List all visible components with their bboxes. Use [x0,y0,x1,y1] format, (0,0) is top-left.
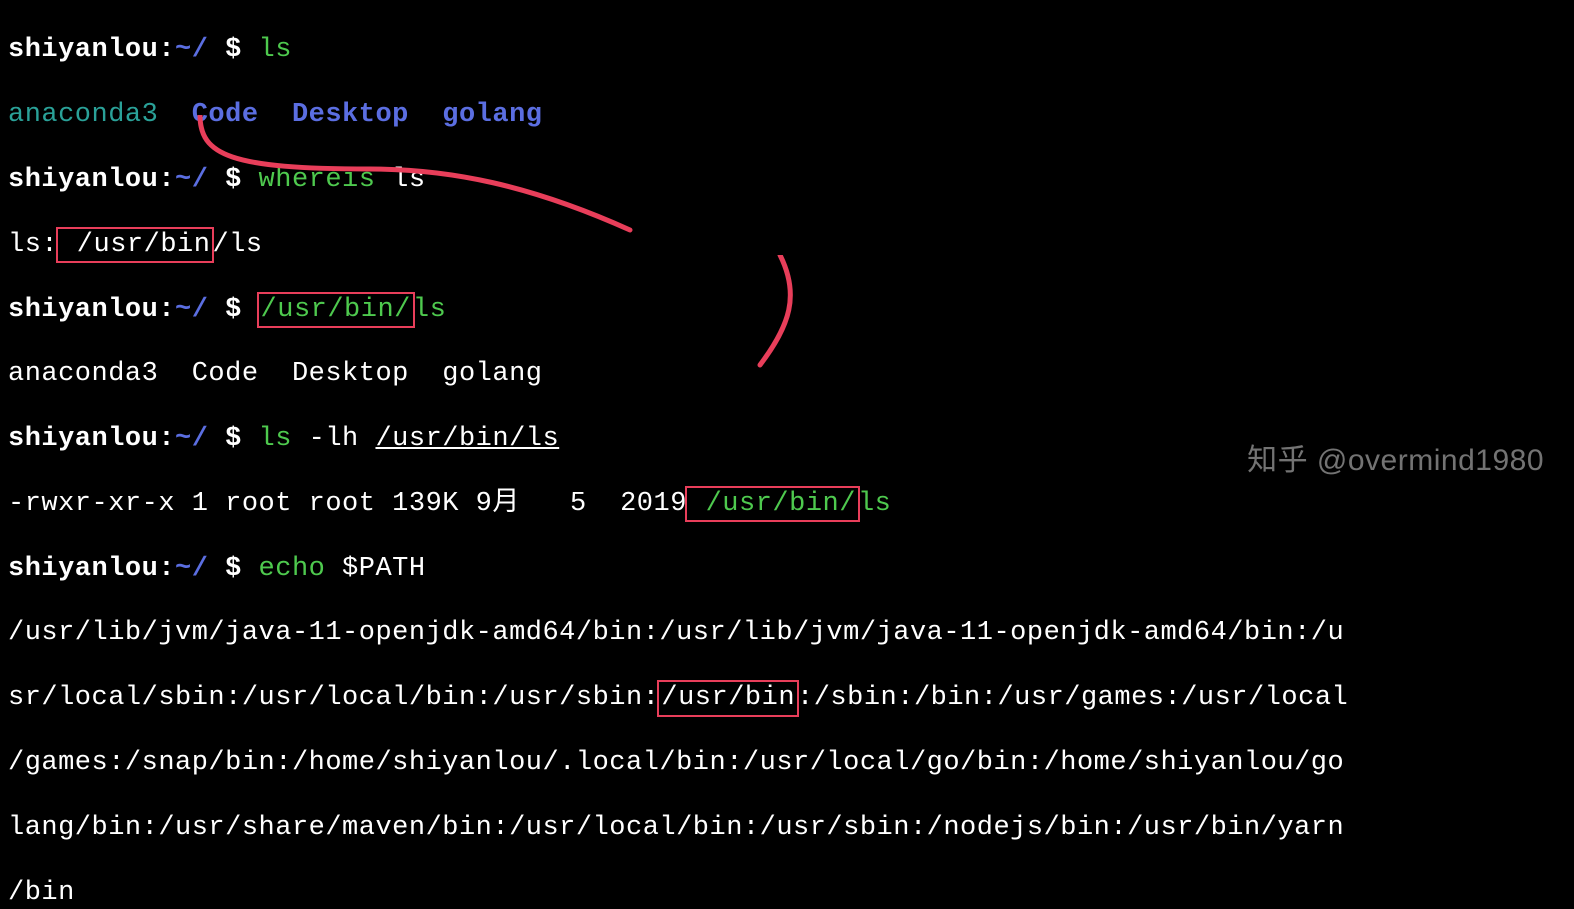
annotation-box-1: /usr/bin [56,227,214,263]
path-output-b-post: :/sbin:/bin:/usr/games:/usr/local [797,683,1348,713]
prompt-dollar: $ [208,554,258,584]
annotation-box-3: /usr/bin/ [685,486,860,522]
prompt-dollar: $ [208,295,258,325]
command-flags: -lh [292,424,376,454]
command-ls-path: ls [413,295,446,325]
command-echo-arg: $PATH [325,554,425,584]
whereis-prefix: ls: [8,230,58,260]
prompt-path: ~/ [175,554,208,584]
path-output-b-pre: sr/local/sbin:/usr/local/bin:/usr/sbin: [8,683,659,713]
terminal-line-9: shiyanlou:~/ $ echo $PATH [8,520,1566,585]
prompt-sep: : [158,424,175,454]
prompt-path: ~/ [175,165,208,195]
command-arg: ls [375,165,425,195]
ls-out-desktop: Desktop [292,100,409,130]
terminal-line-10b: sr/local/sbin:/usr/local/bin:/usr/sbin:/… [8,650,1566,715]
ls-long-suffix: ls [858,489,891,519]
terminal-line-6: anaconda3 Code Desktop golang [8,326,1566,391]
prompt-user: shiyanlou [8,165,158,195]
prompt-user: shiyanlou [8,295,158,325]
command-ls: ls [259,424,292,454]
prompt-sep: : [158,554,175,584]
watermark-zhihu: 知乎 [1247,444,1317,477]
box-path-3: /usr/bin/ [689,489,856,519]
terminal-line-3: shiyanlou:~/ $ whereis ls [8,132,1566,197]
terminal-line-10d: lang/bin:/usr/share/maven/bin:/usr/local… [8,779,1566,844]
watermark-handle: @overmind1980 [1317,444,1544,477]
box-path-1: /usr/bin [60,230,210,260]
prompt-sep: : [158,165,175,195]
prompt-path: ~/ [175,295,208,325]
ls-out-code: Code [192,100,259,130]
prompt-path: ~/ [175,424,208,454]
ls-out-anaconda3: anaconda3 [8,100,158,130]
command-whereis: whereis [259,165,376,195]
terminal-line-4: ls: /usr/bin/ls [8,196,1566,261]
annotation-box-2: /usr/bin/ [257,292,415,328]
prompt-dollar: $ [208,424,258,454]
watermark: 知乎 @overmind1980 [1247,443,1544,479]
path-output-a: /usr/lib/jvm/java-11-openjdk-amd64/bin:/… [8,618,1344,648]
prompt-user: shiyanlou [8,424,158,454]
prompt-sep: : [158,295,175,325]
terminal-line-10a: /usr/lib/jvm/java-11-openjdk-amd64/bin:/… [8,585,1566,650]
ls-output-plain: anaconda3 Code Desktop golang [8,359,542,389]
terminal-line-10c: /games:/snap/bin:/home/shiyanlou/.local/… [8,715,1566,780]
prompt-sep: : [158,35,175,65]
path-output-e: /bin [8,878,75,908]
prompt-user: shiyanlou [8,554,158,584]
terminal-line-10e: /bin [8,844,1566,909]
terminal-line-2: anaconda3 Code Desktop golang [8,67,1566,132]
terminal-line-5: shiyanlou:~/ $ /usr/bin/ls [8,261,1566,326]
path-output-c: /games:/snap/bin:/home/shiyanlou/.local/… [8,748,1344,778]
prompt-dollar: $ [208,35,258,65]
whereis-suffix: /ls [212,230,262,260]
ls-out-golang: golang [442,100,542,130]
command-echo: echo [259,554,326,584]
box-path-4: /usr/bin [661,683,795,713]
box-path-2: /usr/bin/ [261,295,411,325]
prompt-user: shiyanlou [8,35,158,65]
prompt-path: ~/ [175,35,208,65]
path-output-d: lang/bin:/usr/share/maven/bin:/usr/local… [8,813,1344,843]
command-path-arg: /usr/bin/ls [375,424,559,454]
terminal-line-1: shiyanlou:~/ $ ls [8,2,1566,67]
annotation-box-4: /usr/bin [657,680,799,716]
command-ls: ls [259,35,292,65]
prompt-dollar: $ [208,165,258,195]
ls-long-output: -rwxr-xr-x 1 root root 139K 9月 5 2019 [8,489,687,519]
